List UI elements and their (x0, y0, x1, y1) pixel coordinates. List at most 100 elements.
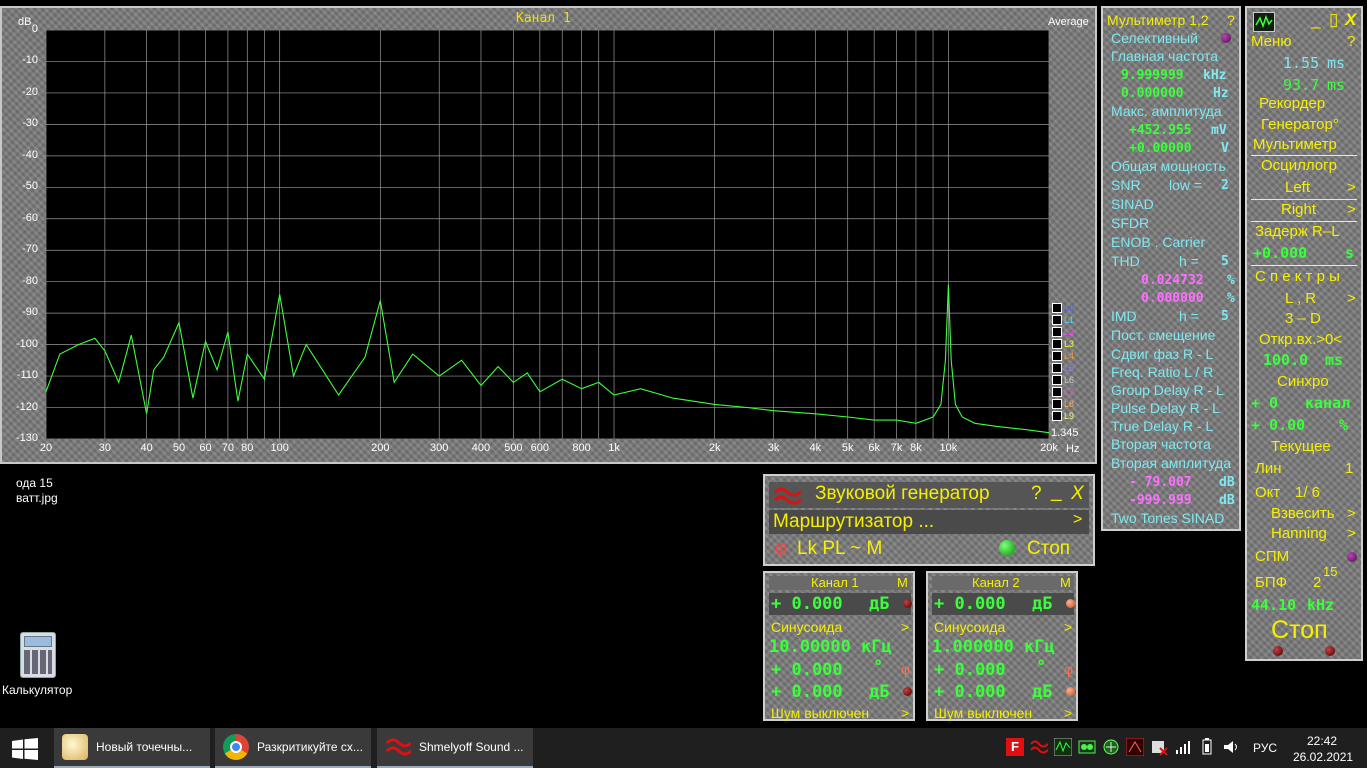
spectra-3d-button[interactable]: 3 – D (1285, 310, 1321, 327)
right-arrow-icon[interactable]: > (1347, 201, 1356, 218)
weigh-arrow-icon[interactable]: > (1347, 505, 1356, 522)
legend-item[interactable]: L5 (1052, 362, 1074, 374)
generator-help-button[interactable]: ? (1031, 483, 1042, 505)
legend-swatch[interactable] (1052, 411, 1062, 421)
weigh-button[interactable]: Взвесить (1271, 505, 1335, 522)
channel-1-waveform-arrow-icon[interactable]: > (901, 619, 909, 635)
channel-2-noise[interactable]: Шум выключен (934, 705, 1032, 721)
spectra-label[interactable]: С п е к т р ы (1255, 268, 1340, 285)
channel-1-noise[interactable]: Шум выключен (771, 705, 869, 721)
channel-1-level[interactable]: + 0.000 (771, 594, 843, 614)
octave-button[interactable]: Окт (1255, 484, 1280, 501)
selective-toggle[interactable]: Селективный (1111, 30, 1198, 46)
generator-stop-button[interactable]: Стоп (1027, 538, 1070, 560)
enob-label[interactable]: ENOB . Carrier (1111, 234, 1205, 250)
legend-swatch[interactable] (1052, 339, 1062, 349)
channel-2-phase[interactable]: + 0.000 (934, 660, 1006, 680)
channel-1-noise-arrow-icon[interactable]: > (901, 705, 909, 721)
legend-swatch[interactable] (1052, 375, 1062, 385)
legend-swatch[interactable] (1052, 351, 1062, 361)
muted-tray-icon[interactable] (1150, 738, 1168, 756)
pulse-delay-label[interactable]: Pulse Delay R - L (1111, 400, 1220, 416)
desktop-file-icon[interactable]: ода 15 ватт.jpg (16, 476, 58, 506)
phase-button[interactable]: φ (775, 538, 787, 560)
minimize-button[interactable]: _ (1311, 10, 1320, 30)
thd-label[interactable]: THD (1111, 253, 1140, 269)
legend-swatch[interactable] (1052, 399, 1062, 409)
fft-button[interactable]: БПФ (1255, 574, 1287, 591)
windows-start-icon[interactable] (12, 738, 38, 760)
legend-item[interactable]: L9 (1052, 410, 1074, 422)
menu-button[interactable]: Меню (1251, 33, 1292, 50)
multimeter-help-button[interactable]: ? (1227, 12, 1235, 28)
router-arrow-icon[interactable]: > (1073, 511, 1082, 529)
channel-1-phase[interactable]: + 0.000 (771, 660, 843, 680)
task-tray-icon[interactable] (1126, 738, 1144, 756)
averaging-mode[interactable]: Average (1048, 16, 1089, 28)
channel-2-level-indicator-icon[interactable] (1066, 599, 1075, 608)
open-input-button[interactable]: Откр.вх.>0< (1259, 331, 1342, 348)
spectra-lr-button[interactable]: L , R (1285, 290, 1316, 307)
delay-label[interactable]: Задерж R–L (1255, 223, 1340, 240)
total-power-label[interactable]: Общая мощность (1111, 158, 1226, 174)
channel-2-frequency[interactable]: 1.000000 (932, 637, 1014, 657)
channel-2-level-2[interactable]: + 0.000 (934, 682, 1006, 702)
generator-close-button[interactable]: X (1071, 483, 1084, 505)
legend-item[interactable]: L2 (1052, 326, 1074, 338)
stop-button[interactable]: Стоп (1271, 616, 1328, 645)
phase-shift-label[interactable]: Сдвиг фаз R - L (1111, 346, 1213, 362)
selective-indicator-icon[interactable] (1221, 33, 1231, 43)
legend-item[interactable]: L0 (1052, 302, 1074, 314)
window-hanning-button[interactable]: Hanning (1271, 525, 1327, 542)
channel-1-level-2-indicator-icon[interactable] (903, 687, 912, 696)
thd-h-value[interactable]: 5 (1221, 254, 1229, 269)
channel-1-waveform[interactable]: Синусоида (771, 619, 842, 635)
generator-options[interactable]: Lk PL ~ M (797, 538, 882, 560)
generator-minimize-button[interactable]: _ (1051, 481, 1062, 503)
oscillograph-button[interactable]: Осциллогр (1261, 157, 1337, 174)
signal-tray-icon[interactable] (1174, 738, 1192, 756)
help-button[interactable]: ? (1347, 33, 1355, 50)
two-tones-label[interactable]: Two Tones SINAD (1111, 510, 1224, 526)
legend-item[interactable]: L7 (1052, 386, 1074, 398)
legend-swatch[interactable] (1052, 315, 1062, 325)
legend-item[interactable]: L3 (1052, 338, 1074, 350)
channel-2-level[interactable]: + 0.000 (934, 594, 1006, 614)
channel-2-m[interactable]: M (1060, 575, 1071, 590)
generator-tray-icon[interactable] (1030, 738, 1048, 756)
oscilloscope-tray-icon[interactable] (1054, 738, 1072, 756)
channel-2-phi-icon[interactable]: φ (1064, 661, 1073, 677)
psd-indicator-icon[interactable] (1347, 552, 1357, 562)
legend-swatch[interactable] (1052, 303, 1062, 313)
hanning-arrow-icon[interactable]: > (1347, 525, 1356, 542)
clock-time[interactable]: 22:42 (1307, 734, 1337, 748)
second-freq-label[interactable]: Вторая частота (1111, 436, 1211, 452)
maximize-button[interactable]: ▯ (1329, 10, 1338, 30)
second-amp-label[interactable]: Вторая амплитуда (1111, 455, 1231, 471)
left-channel-button[interactable]: Left (1285, 179, 1310, 196)
recorder-tray-icon[interactable] (1078, 738, 1096, 756)
channel-2-level-2-indicator-icon[interactable] (1066, 687, 1075, 696)
channel-1-level-indicator-icon[interactable] (903, 599, 912, 608)
max-amp-label[interactable]: Макс. амплитуда (1111, 103, 1222, 119)
linear-button[interactable]: Лин (1255, 460, 1282, 477)
clock-date[interactable]: 26.02.2021 (1293, 750, 1353, 764)
legend-item[interactable]: L4 (1052, 350, 1074, 362)
taskbar-chrome-button[interactable]: Разкритикуйте сх... (215, 728, 371, 768)
legend-swatch[interactable] (1052, 387, 1062, 397)
current-button[interactable]: Текущее (1271, 438, 1331, 455)
close-button[interactable]: X (1345, 10, 1356, 30)
legend-item[interactable]: L6 (1052, 374, 1074, 386)
left-arrow-icon[interactable]: > (1347, 179, 1356, 196)
calculator-icon[interactable] (20, 632, 56, 678)
sync-button[interactable]: Синхро (1277, 373, 1329, 390)
recorder-button[interactable]: Рекордер (1259, 95, 1325, 112)
sfdr-label[interactable]: SFDR (1111, 215, 1149, 231)
volume-tray-icon[interactable] (1222, 738, 1240, 756)
freq-ratio-label[interactable]: Freq. Ratio L / R (1111, 364, 1213, 380)
generator-button[interactable]: Генератор° (1261, 116, 1339, 133)
group-delay-label[interactable]: Group Delay R - L (1111, 382, 1224, 398)
dc-offset-label[interactable]: Пост. смещение (1111, 327, 1215, 343)
taskbar-paint-button[interactable]: Новый точечны... (54, 728, 210, 768)
imd-h-value[interactable]: 5 (1221, 309, 1229, 324)
